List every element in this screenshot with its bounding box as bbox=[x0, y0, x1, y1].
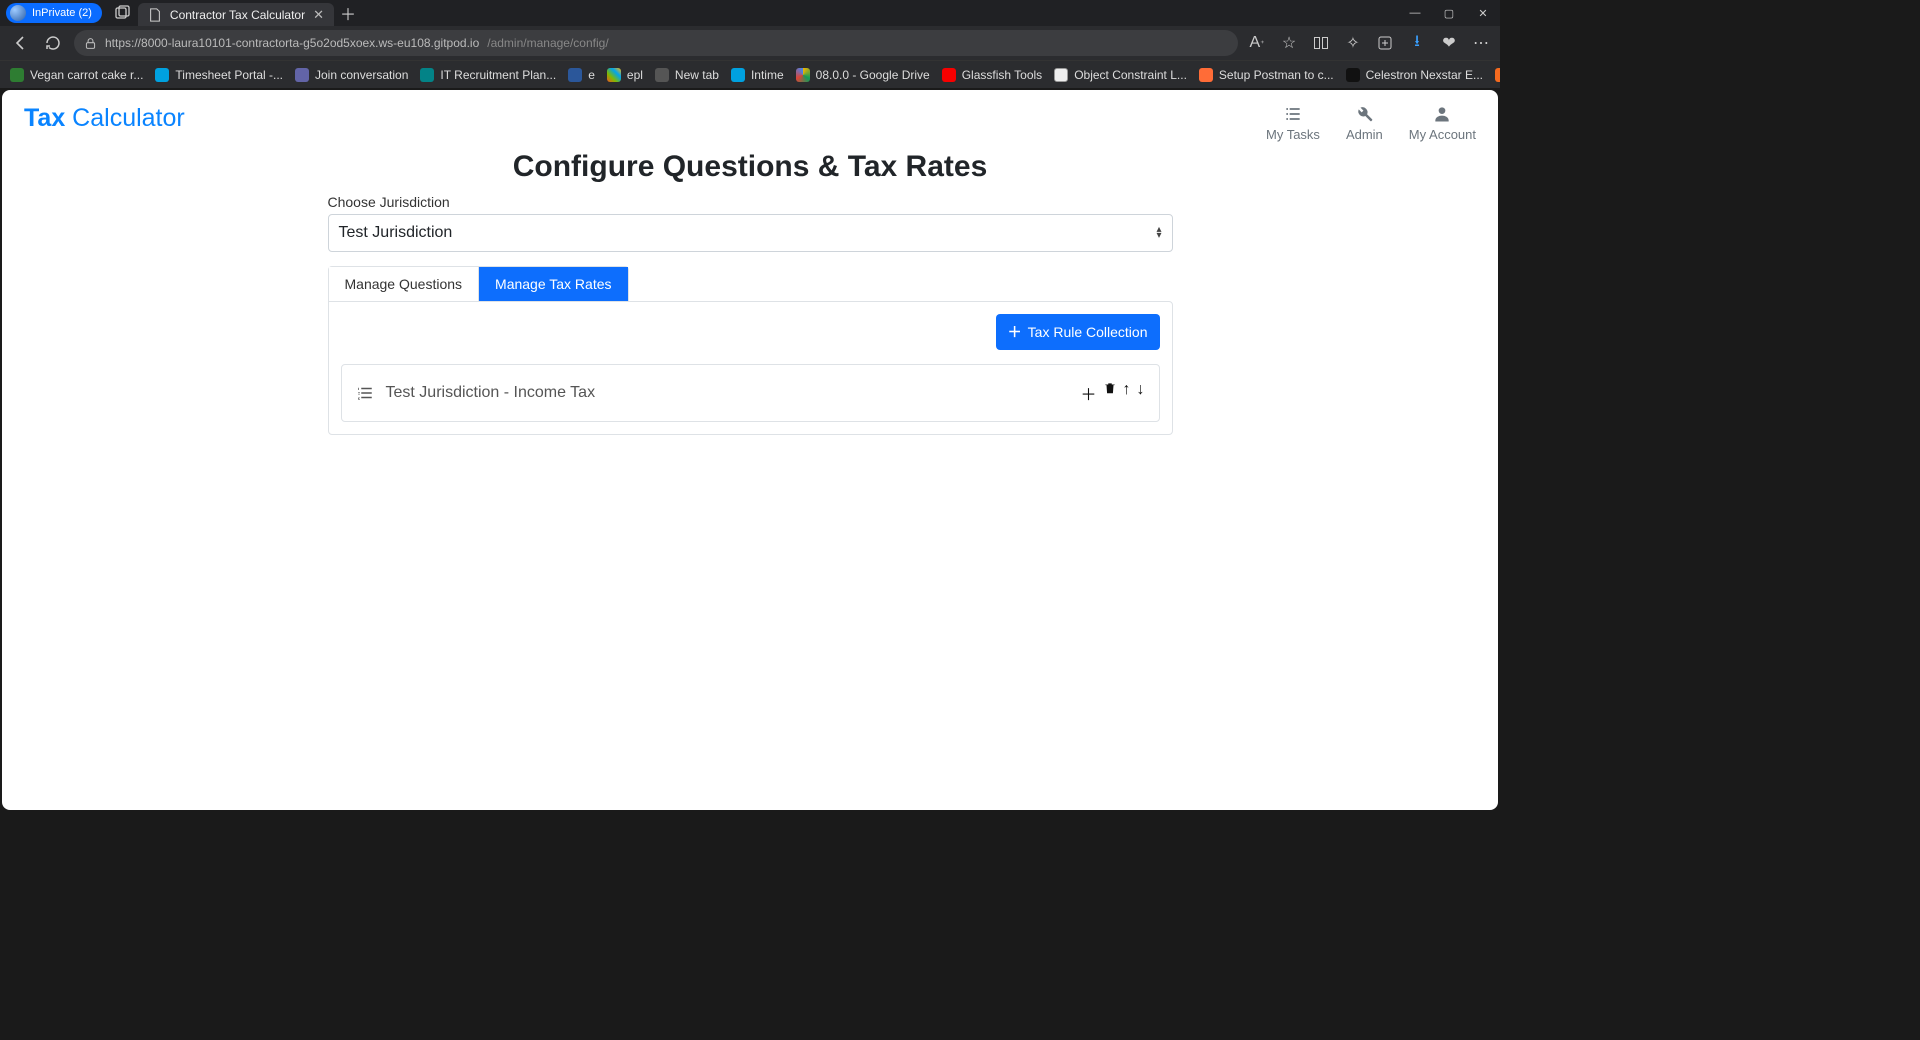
page-body: Configure Questions & Tax Rates Choose J… bbox=[328, 150, 1173, 465]
bookmark-label: Celestron Nexstar E... bbox=[1366, 68, 1483, 82]
user-icon bbox=[1432, 104, 1452, 124]
tax-rule-collection-row: Test Jurisdiction - Income Tax ＋ ↑ ↓ bbox=[341, 364, 1160, 422]
pane-toolbar: ＋ Tax Rule Collection bbox=[341, 314, 1160, 350]
bookmark-item[interactable]: Vegan carrot cake r... bbox=[10, 68, 143, 82]
nav-label: Admin bbox=[1346, 127, 1383, 142]
downloads-icon[interactable]: ⭳ bbox=[1408, 34, 1426, 52]
tax-rates-pane: ＋ Tax Rule Collection Test Jurisdiction … bbox=[328, 301, 1173, 435]
bookmark-label: Join conversation bbox=[315, 68, 408, 82]
bookmark-item[interactable]: Timesheet Portal -... bbox=[155, 68, 283, 82]
split-screen-icon[interactable] bbox=[1312, 34, 1330, 52]
bookmark-label: Object Constraint L... bbox=[1074, 68, 1187, 82]
page-icon bbox=[148, 8, 162, 22]
app-header: Tax Calculator My Tasks Admin My Account bbox=[2, 90, 1498, 142]
bookmark-item[interactable]: Celestron Nexstar E... bbox=[1346, 68, 1483, 82]
bookmark-item[interactable]: 08.0.0 - Google Drive bbox=[796, 68, 930, 82]
bookmark-item[interactable]: e bbox=[568, 68, 595, 82]
bookmark-label: Timesheet Portal -... bbox=[175, 68, 283, 82]
nav-admin[interactable]: Admin bbox=[1346, 104, 1383, 142]
favorite-star-icon[interactable]: ☆ bbox=[1280, 34, 1298, 52]
add-rule-icon[interactable]: ＋ bbox=[1080, 381, 1096, 405]
new-tab-button[interactable]: ＋ bbox=[334, 0, 362, 26]
bookmark-item[interactable]: Celestron NexStar E... bbox=[1495, 68, 1500, 82]
bookmark-item[interactable]: Object Constraint L... bbox=[1054, 68, 1187, 82]
bookmarks-bar: Vegan carrot cake r... Timesheet Portal … bbox=[0, 60, 1500, 88]
inprivate-indicator[interactable]: InPrivate (2) bbox=[6, 3, 102, 23]
add-button-label: Tax Rule Collection bbox=[1028, 324, 1148, 340]
tab-manage-tax-rates[interactable]: Manage Tax Rates bbox=[479, 267, 627, 301]
nav-label: My Account bbox=[1409, 127, 1476, 142]
list-ol-icon bbox=[356, 384, 374, 402]
bookmark-label: New tab bbox=[675, 68, 719, 82]
window-minimize-icon[interactable]: — bbox=[1398, 0, 1432, 26]
bookmark-label: IT Recruitment Plan... bbox=[440, 68, 556, 82]
logo-text-bold: Tax bbox=[24, 104, 65, 132]
logo-text-rest: Calculator bbox=[65, 104, 185, 132]
bookmark-label: epl bbox=[627, 68, 643, 82]
tab-overview-icon[interactable] bbox=[108, 0, 138, 26]
browser-titlebar: InPrivate (2) Contractor Tax Calculator … bbox=[0, 0, 1500, 26]
bookmark-item[interactable]: Join conversation bbox=[295, 68, 408, 82]
chevron-updown-icon: ▴▾ bbox=[1156, 227, 1161, 239]
rule-actions: ＋ ↑ ↓ bbox=[1080, 381, 1144, 405]
refresh-button[interactable] bbox=[42, 32, 64, 54]
add-tax-rule-collection-button[interactable]: ＋ Tax Rule Collection bbox=[996, 314, 1160, 350]
tasks-icon bbox=[1283, 104, 1303, 124]
settings-more-icon[interactable]: ⋯ bbox=[1472, 34, 1490, 52]
bookmark-label: 08.0.0 - Google Drive bbox=[816, 68, 930, 82]
profile-avatar-icon bbox=[10, 5, 26, 21]
nav-my-tasks[interactable]: My Tasks bbox=[1266, 104, 1320, 142]
header-actions: My Tasks Admin My Account bbox=[1266, 104, 1476, 142]
delete-rule-icon[interactable] bbox=[1103, 381, 1117, 405]
bookmark-item[interactable]: Intime bbox=[731, 68, 784, 82]
bookmark-item[interactable]: New tab bbox=[655, 68, 719, 82]
bookmark-label: Intime bbox=[751, 68, 784, 82]
page-content: Tax Calculator My Tasks Admin My Account… bbox=[2, 90, 1498, 810]
rule-collection-name: Test Jurisdiction - Income Tax bbox=[386, 384, 596, 402]
jurisdiction-selected-value: Test Jurisdiction bbox=[339, 224, 453, 242]
text-size-icon[interactable]: A⁺ bbox=[1248, 34, 1266, 52]
plus-icon: ＋ bbox=[1008, 322, 1022, 342]
toolbar-right-icons: A⁺ ☆ ✧ ⭳ ❤ ⋯ bbox=[1248, 34, 1490, 52]
config-tabs: Manage Questions Manage Tax Rates bbox=[328, 266, 629, 301]
bookmark-label: Setup Postman to c... bbox=[1219, 68, 1334, 82]
bookmark-label: Glassfish Tools bbox=[962, 68, 1042, 82]
collections-icon[interactable] bbox=[1376, 34, 1394, 52]
tab-strip: InPrivate (2) Contractor Tax Calculator … bbox=[0, 0, 1398, 26]
close-tab-icon[interactable]: ✕ bbox=[313, 7, 324, 23]
nav-my-account[interactable]: My Account bbox=[1409, 104, 1476, 142]
bookmark-item[interactable]: IT Recruitment Plan... bbox=[420, 68, 556, 82]
bookmark-item[interactable]: Setup Postman to c... bbox=[1199, 68, 1334, 82]
url-path: /admin/manage/config/ bbox=[487, 36, 608, 50]
bookmark-item[interactable]: Glassfish Tools bbox=[942, 68, 1042, 82]
back-button[interactable] bbox=[10, 32, 32, 54]
app-logo[interactable]: Tax Calculator bbox=[24, 104, 185, 133]
tools-icon bbox=[1354, 104, 1374, 124]
address-bar[interactable]: https://8000-laura10101-contractorta-g5o… bbox=[74, 30, 1238, 56]
nav-label: My Tasks bbox=[1266, 127, 1320, 142]
jurisdiction-label: Choose Jurisdiction bbox=[328, 194, 1173, 210]
address-bar-row: https://8000-laura10101-contractorta-g5o… bbox=[0, 26, 1500, 60]
jurisdiction-select[interactable]: Test Jurisdiction ▴▾ bbox=[328, 214, 1173, 252]
inprivate-label: InPrivate (2) bbox=[32, 7, 92, 19]
lock-icon bbox=[84, 37, 97, 50]
tab-manage-questions[interactable]: Manage Questions bbox=[329, 267, 480, 301]
move-up-icon[interactable]: ↑ bbox=[1123, 381, 1131, 405]
browser-tab-active[interactable]: Contractor Tax Calculator ✕ bbox=[138, 3, 334, 26]
bookmark-item[interactable]: epl bbox=[607, 68, 643, 82]
bookmark-label: e bbox=[588, 68, 595, 82]
browser-tab-title: Contractor Tax Calculator bbox=[170, 8, 305, 22]
window-controls: — ▢ ✕ bbox=[1398, 0, 1500, 26]
favorites-list-icon[interactable]: ✧ bbox=[1344, 34, 1362, 52]
window-maximize-icon[interactable]: ▢ bbox=[1432, 0, 1466, 26]
bookmark-label: Vegan carrot cake r... bbox=[30, 68, 143, 82]
move-down-icon[interactable]: ↓ bbox=[1137, 381, 1145, 405]
window-close-icon[interactable]: ✕ bbox=[1466, 0, 1500, 26]
url-host: https://8000-laura10101-contractorta-g5o… bbox=[105, 36, 479, 50]
extensions-icon[interactable]: ❤ bbox=[1440, 34, 1458, 52]
page-title: Configure Questions & Tax Rates bbox=[328, 150, 1173, 184]
